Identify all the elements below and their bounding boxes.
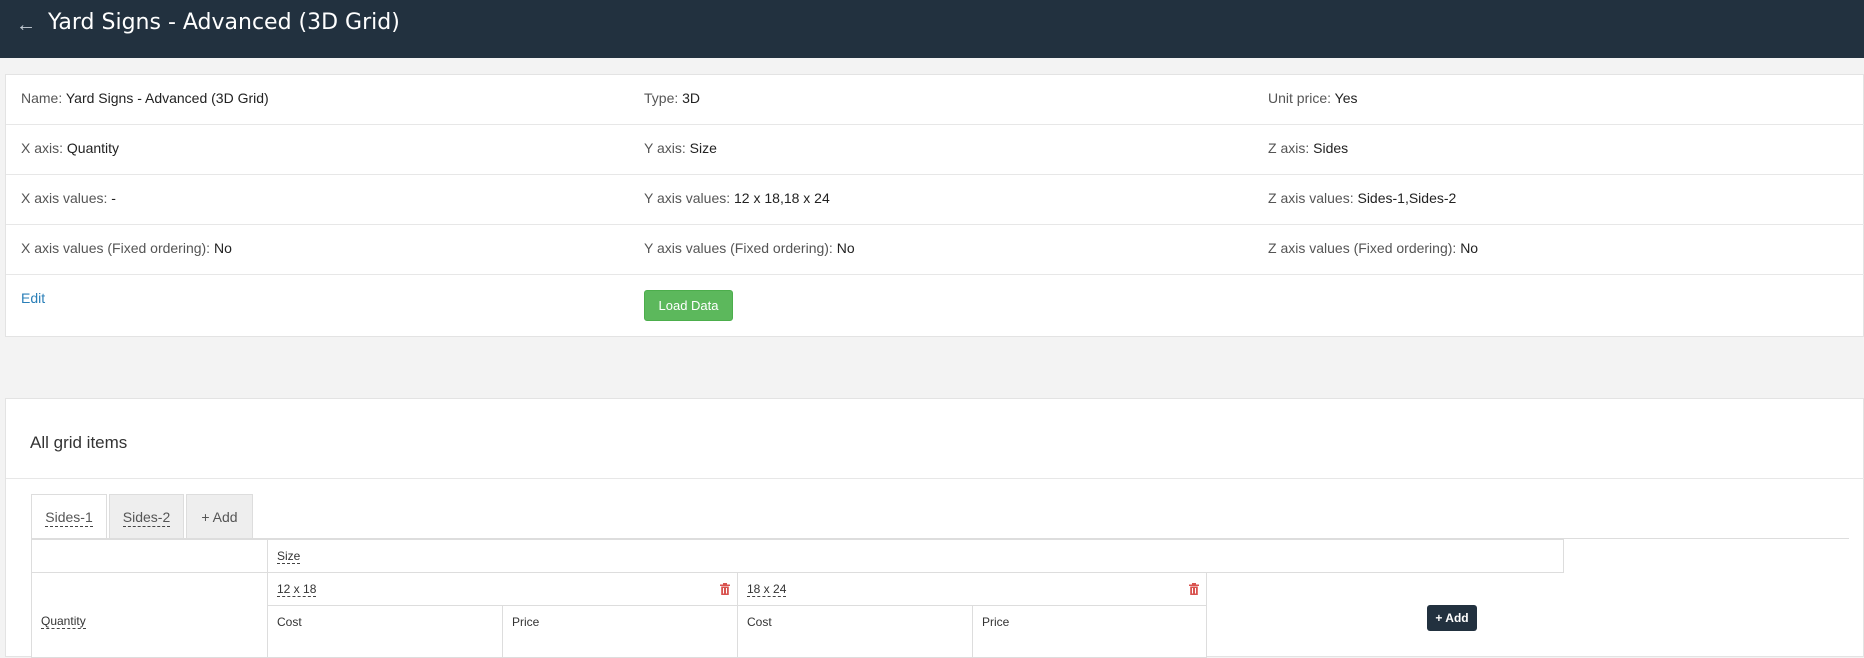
top-bar: ← Yard Signs - Advanced (3D Grid) (0, 0, 1864, 58)
load-data-button[interactable]: Load Data (644, 290, 733, 321)
z-axis-values-field: Z axis values: Sides-1,Sides-2 (1268, 190, 1457, 206)
z-axis-field: Z axis: Sides (1268, 140, 1349, 156)
price-column-header: Price (502, 605, 738, 658)
divider (6, 478, 1864, 479)
unit-price-field: Unit price: Yes (1268, 90, 1358, 106)
info-row-fixed-ordering: X axis values (Fixed ordering): No Y axi… (6, 225, 1864, 275)
x-axis-values-field: X axis values: - (21, 190, 116, 206)
x-axis-label[interactable]: Quantity (41, 614, 86, 629)
edit-link[interactable]: Edit (21, 290, 45, 306)
z-axis-fixed-ordering-field: Z axis values (Fixed ordering): No (1268, 240, 1479, 256)
y-axis-fixed-ordering-field: Y axis values (Fixed ordering): No (644, 240, 855, 256)
info-row-axis-values: X axis values: - Y axis values: 12 x 18,… (6, 175, 1864, 225)
y-axis-field: Y axis: Size (644, 140, 717, 156)
arrow-left-icon[interactable]: ← (16, 14, 36, 37)
page-title: Yard Signs - Advanced (3D Grid) (48, 10, 400, 35)
size-value-label[interactable]: 18 x 24 (747, 582, 787, 597)
tab-sides-1[interactable]: Sides-1 (31, 494, 107, 540)
tab-sides-2[interactable]: Sides-2 (109, 494, 184, 539)
grid-items-card: All grid items Sides-1 Sides-2 + Add Siz… (5, 398, 1864, 658)
x-axis-header-cell: Quantity (31, 572, 268, 658)
section-heading: All grid items (30, 433, 128, 452)
add-tab-button[interactable]: + Add (186, 494, 253, 539)
price-column-header: Price (972, 605, 1207, 658)
grid-table: Size Quantity 12 x 18 18 x 24 Cost Price… (31, 539, 1849, 658)
type-field: Type: 3D (644, 90, 701, 106)
info-row-actions: Edit Load Data (6, 275, 1864, 338)
y-axis-header-cell: Size (267, 539, 1564, 573)
y-axis-values-field: Y axis values: 12 x 18,18 x 24 (644, 190, 830, 206)
size-column-header: 12 x 18 (267, 572, 738, 606)
grid-info-card: Name: Yard Signs - Advanced (3D Grid) Ty… (5, 74, 1864, 337)
x-axis-field: X axis: Quantity (21, 140, 120, 156)
trash-icon[interactable] (1189, 583, 1199, 595)
size-column-header: 18 x 24 (737, 572, 1207, 606)
name-field: Name: Yard Signs - Advanced (3D Grid) (21, 90, 269, 106)
cost-column-header: Cost (737, 605, 973, 658)
cost-column-header: Cost (267, 605, 503, 658)
info-row-axes: X axis: Quantity Y axis: Size Z axis: Si… (6, 125, 1864, 175)
add-column-button[interactable]: + Add (1427, 605, 1477, 631)
x-axis-fixed-ordering-field: X axis values (Fixed ordering): No (21, 240, 232, 256)
info-row-name-type: Name: Yard Signs - Advanced (3D Grid) Ty… (6, 75, 1864, 125)
table-corner-cell (31, 539, 268, 573)
trash-icon[interactable] (720, 583, 730, 595)
size-value-label[interactable]: 12 x 18 (277, 582, 317, 597)
y-axis-label[interactable]: Size (277, 549, 301, 564)
